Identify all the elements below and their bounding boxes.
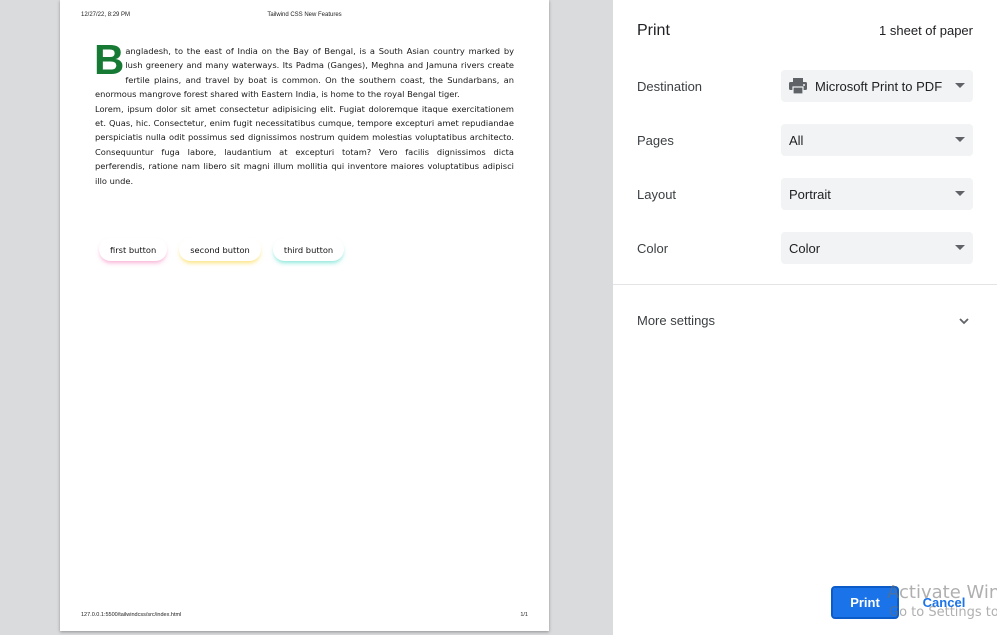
section-divider (613, 284, 997, 285)
layout-value: Portrait (789, 186, 831, 202)
article-paragraph-2: Lorem, ipsum dolor sit amet consectetur … (95, 103, 514, 186)
color-label: Color (637, 241, 669, 256)
page-footer-number: 1/1 (520, 612, 528, 618)
layout-select[interactable]: Portrait (781, 178, 973, 210)
color-select[interactable]: Color (781, 232, 973, 264)
second-button: second button (179, 238, 261, 261)
layout-label: Layout (637, 187, 677, 202)
more-settings-label: More settings (637, 313, 716, 328)
watermark-line-2: Go to Settings to (889, 605, 997, 620)
destination-select[interactable]: Microsoft Print to PDF (781, 70, 973, 102)
more-settings-toggle[interactable]: More settings (613, 306, 997, 336)
page-header-title: Tailwind CSS New Features (267, 12, 342, 18)
third-button: third button (272, 238, 345, 261)
sheet-count: 1 sheet of paper (879, 23, 973, 38)
dropdown-arrow-icon (955, 137, 965, 142)
destination-label: Destination (637, 79, 703, 94)
pages-label: Pages (637, 133, 674, 148)
preview-page: 12/27/22, 8:29 PM Tailwind CSS New Featu… (60, 0, 549, 631)
article-text: B angladesh, to the east of India on the… (94, 36, 514, 188)
color-value: Color (789, 240, 821, 256)
preview-button-row: first button second button third button (99, 238, 345, 261)
dropdown-arrow-icon (955, 83, 965, 88)
drop-cap-letter: B (94, 36, 125, 83)
pages-select[interactable]: All (781, 124, 973, 156)
pages-value: All (789, 132, 804, 148)
print-preview-area: 12/27/22, 8:29 PM Tailwind CSS New Featu… (0, 0, 613, 635)
watermark-line-1: Activate Win (887, 582, 997, 603)
print-title: Print (637, 22, 670, 39)
chevron-down-icon (957, 314, 971, 328)
first-button: first button (99, 238, 168, 261)
article-paragraph-1: angladesh, to the east of India on the B… (95, 46, 514, 100)
printer-icon (789, 78, 807, 95)
destination-value: Microsoft Print to PDF (815, 78, 943, 94)
print-settings-sidebar: Print 1 sheet of paper Destination Micro… (613, 0, 997, 635)
dropdown-arrow-icon (955, 245, 965, 250)
page-footer-url: 127.0.0.1:5500/tailwindcss/src/index.htm… (81, 612, 182, 618)
dropdown-arrow-icon (955, 191, 965, 196)
activation-watermark: Activate Win Go to Settings to (887, 582, 997, 622)
